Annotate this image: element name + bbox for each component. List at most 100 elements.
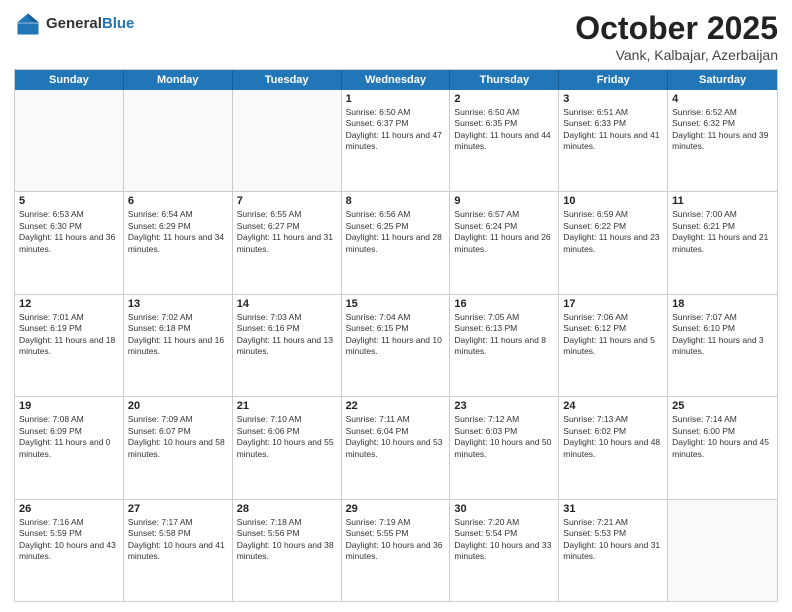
calendar-day-9: 9 Sunrise: 6:57 AMSunset: 6:24 PMDaylight… [450, 192, 559, 293]
day-info: Sunrise: 6:53 AMSunset: 6:30 PMDaylight:… [19, 209, 119, 255]
calendar-day-12: 12Sunrise: 7:01 AMSunset: 6:19 PMDayligh… [15, 295, 124, 396]
calendar-week-5: 26 Sunrise: 7:16 AMSunset: 5:59 PMDayligh… [15, 500, 777, 601]
day-number: 30 [454, 503, 554, 515]
day-number: 7 [237, 195, 337, 207]
day-info: Sunrise: 6:50 AMSunset: 6:37 PMDaylight:… [346, 107, 446, 153]
day-info: Sunrise: 6:51 AMSunset: 6:33 PMDaylight:… [563, 107, 663, 153]
page: GeneralBlue October 2025 Vank, Kalbajar,… [0, 0, 792, 612]
calendar-day-3: 3 Sunrise: 6:51 AMSunset: 6:33 PMDaylight… [559, 90, 668, 191]
day-number: 14 [237, 298, 337, 310]
title-location: Vank, Kalbajar, Azerbaijan [575, 47, 778, 63]
logo-general: General [46, 15, 102, 32]
weekday-header-friday: Friday [559, 70, 668, 90]
calendar-day-31: 31 Sunrise: 7:21 AMSunset: 5:53 PMDayligh… [559, 500, 668, 601]
logo-blue: Blue [102, 15, 135, 32]
day-info: Sunrise: 6:50 AMSunset: 6:35 PMDaylight:… [454, 107, 554, 153]
weekday-header-monday: Monday [124, 70, 233, 90]
calendar-week-2: 5 Sunrise: 6:53 AMSunset: 6:30 PMDaylight… [15, 192, 777, 294]
day-info: Sunrise: 7:01 AMSunset: 6:19 PMDaylight:… [19, 312, 119, 358]
calendar-day-17: 17 Sunrise: 7:06 AMSunset: 6:12 PMDayligh… [559, 295, 668, 396]
day-info: Sunrise: 7:10 AMSunset: 6:06 PMDaylight:… [237, 414, 337, 460]
calendar-day-15: 15 Sunrise: 7:04 AMSunset: 6:15 PMDayligh… [342, 295, 451, 396]
day-info: Sunrise: 7:21 AMSunset: 5:53 PMDaylight:… [563, 517, 663, 563]
calendar-week-3: 12Sunrise: 7:01 AMSunset: 6:19 PMDayligh… [15, 295, 777, 397]
day-info: Sunrise: 7:00 AMSunset: 6:21 PMDaylight:… [672, 209, 773, 255]
header: GeneralBlue October 2025 Vank, Kalbajar,… [14, 10, 778, 63]
day-number: 13 [128, 298, 228, 310]
calendar-day-20: 20Sunrise: 7:09 AMSunset: 6:07 PMDayligh… [124, 397, 233, 498]
calendar-empty-cell [124, 90, 233, 191]
day-number: 20 [128, 400, 228, 412]
day-info: Sunrise: 7:06 AMSunset: 6:12 PMDaylight:… [563, 312, 663, 358]
calendar-day-2: 2 Sunrise: 6:50 AMSunset: 6:35 PMDaylight… [450, 90, 559, 191]
day-number: 10 [563, 195, 663, 207]
day-number: 19 [19, 400, 119, 412]
day-number: 27 [128, 503, 228, 515]
day-number: 4 [672, 93, 773, 105]
day-info: Sunrise: 7:08 AMSunset: 6:09 PMDaylight:… [19, 414, 119, 460]
weekday-header-thursday: Thursday [450, 70, 559, 90]
day-number: 31 [563, 503, 663, 515]
calendar-day-26: 26 Sunrise: 7:16 AMSunset: 5:59 PMDayligh… [15, 500, 124, 601]
calendar-day-23: 23Sunrise: 7:12 AMSunset: 6:03 PMDayligh… [450, 397, 559, 498]
title-block: October 2025 Vank, Kalbajar, Azerbaijan [575, 10, 778, 63]
day-info: Sunrise: 6:56 AMSunset: 6:25 PMDaylight:… [346, 209, 446, 255]
day-number: 29 [346, 503, 446, 515]
calendar-day-13: 13 Sunrise: 7:02 AMSunset: 6:18 PMDayligh… [124, 295, 233, 396]
day-number: 6 [128, 195, 228, 207]
calendar-day-18: 18 Sunrise: 7:07 AMSunset: 6:10 PMDayligh… [668, 295, 777, 396]
day-number: 22 [346, 400, 446, 412]
day-info: Sunrise: 7:16 AMSunset: 5:59 PMDaylight:… [19, 517, 119, 563]
day-info: Sunrise: 7:05 AMSunset: 6:13 PMDaylight:… [454, 312, 554, 358]
day-number: 2 [454, 93, 554, 105]
title-month: October 2025 [575, 10, 778, 47]
day-info: Sunrise: 7:04 AMSunset: 6:15 PMDaylight:… [346, 312, 446, 358]
day-info: Sunrise: 6:59 AMSunset: 6:22 PMDaylight:… [563, 209, 663, 255]
calendar-empty-cell [668, 500, 777, 601]
calendar-day-25: 25Sunrise: 7:14 AMSunset: 6:00 PMDayligh… [668, 397, 777, 498]
weekday-header-sunday: Sunday [15, 70, 124, 90]
calendar-day-11: 11Sunrise: 7:00 AMSunset: 6:21 PMDayligh… [668, 192, 777, 293]
day-number: 24 [563, 400, 663, 412]
calendar-day-5: 5 Sunrise: 6:53 AMSunset: 6:30 PMDaylight… [15, 192, 124, 293]
day-number: 1 [346, 93, 446, 105]
weekday-header-tuesday: Tuesday [233, 70, 342, 90]
day-number: 18 [672, 298, 773, 310]
calendar-day-27: 27Sunrise: 7:17 AMSunset: 5:58 PMDayligh… [124, 500, 233, 601]
logo-icon [14, 10, 42, 38]
day-info: Sunrise: 7:07 AMSunset: 6:10 PMDaylight:… [672, 312, 773, 358]
day-number: 26 [19, 503, 119, 515]
calendar-day-24: 24 Sunrise: 7:13 AMSunset: 6:02 PMDayligh… [559, 397, 668, 498]
day-info: Sunrise: 6:57 AMSunset: 6:24 PMDaylight:… [454, 209, 554, 255]
day-number: 3 [563, 93, 663, 105]
day-number: 17 [563, 298, 663, 310]
day-number: 25 [672, 400, 773, 412]
calendar-day-4: 4Sunrise: 6:52 AMSunset: 6:32 PMDaylight… [668, 90, 777, 191]
calendar-week-1: 1 Sunrise: 6:50 AMSunset: 6:37 PMDaylight… [15, 90, 777, 192]
calendar-day-21: 21Sunrise: 7:10 AMSunset: 6:06 PMDayligh… [233, 397, 342, 498]
calendar-body: 1 Sunrise: 6:50 AMSunset: 6:37 PMDaylight… [15, 90, 777, 601]
calendar-header: SundayMondayTuesdayWednesdayThursdayFrid… [15, 70, 777, 90]
calendar-day-29: 29Sunrise: 7:19 AMSunset: 5:55 PMDayligh… [342, 500, 451, 601]
day-number: 5 [19, 195, 119, 207]
calendar-day-6: 6Sunrise: 6:54 AMSunset: 6:29 PMDaylight… [124, 192, 233, 293]
logo-text: GeneralBlue [46, 16, 134, 33]
day-number: 16 [454, 298, 554, 310]
weekday-header-saturday: Saturday [668, 70, 777, 90]
calendar-day-28: 28Sunrise: 7:18 AMSunset: 5:56 PMDayligh… [233, 500, 342, 601]
calendar-day-10: 10 Sunrise: 6:59 AMSunset: 6:22 PMDayligh… [559, 192, 668, 293]
calendar-day-30: 30Sunrise: 7:20 AMSunset: 5:54 PMDayligh… [450, 500, 559, 601]
day-info: Sunrise: 7:03 AMSunset: 6:16 PMDaylight:… [237, 312, 337, 358]
calendar-empty-cell [15, 90, 124, 191]
calendar: SundayMondayTuesdayWednesdayThursdayFrid… [14, 69, 778, 602]
calendar-day-16: 16 Sunrise: 7:05 AMSunset: 6:13 PMDayligh… [450, 295, 559, 396]
calendar-day-7: 7Sunrise: 6:55 AMSunset: 6:27 PMDaylight… [233, 192, 342, 293]
calendar-day-8: 8Sunrise: 6:56 AMSunset: 6:25 PMDaylight… [342, 192, 451, 293]
day-number: 15 [346, 298, 446, 310]
day-info: Sunrise: 7:18 AMSunset: 5:56 PMDaylight:… [237, 517, 337, 563]
day-number: 9 [454, 195, 554, 207]
day-info: Sunrise: 7:02 AMSunset: 6:18 PMDaylight:… [128, 312, 228, 358]
calendar-week-4: 19 Sunrise: 7:08 AMSunset: 6:09 PMDayligh… [15, 397, 777, 499]
day-info: Sunrise: 7:13 AMSunset: 6:02 PMDaylight:… [563, 414, 663, 460]
calendar-day-22: 22Sunrise: 7:11 AMSunset: 6:04 PMDayligh… [342, 397, 451, 498]
